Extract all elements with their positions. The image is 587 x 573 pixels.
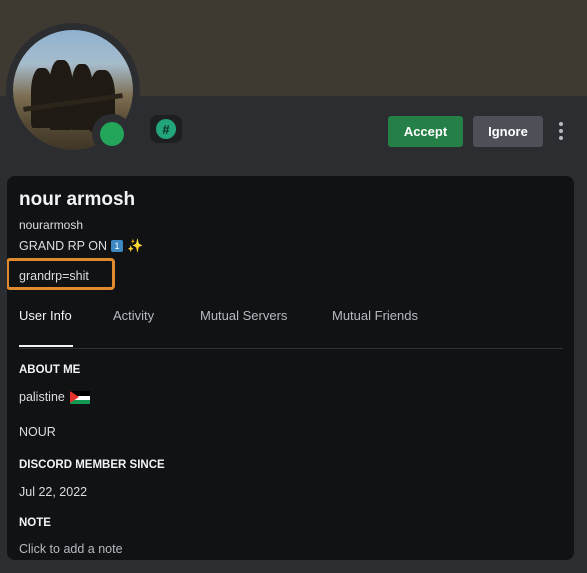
tab-mutual-servers[interactable]: Mutual Servers	[200, 308, 287, 323]
note-title: NOTE	[19, 517, 51, 529]
more-options-icon[interactable]	[553, 116, 569, 146]
tab-mutual-friends[interactable]: Mutual Friends	[332, 308, 418, 323]
about-me-title: ABOUT ME	[19, 364, 81, 376]
custom-status: GRAND RP ON 1 ✨	[19, 238, 143, 254]
sparkles-icon: ✨	[126, 238, 144, 253]
ignore-button[interactable]: Ignore	[473, 116, 543, 147]
accept-button[interactable]: Accept	[388, 116, 463, 147]
member-since-title: DISCORD MEMBER SINCE	[19, 459, 165, 471]
online-status-indicator	[92, 114, 132, 154]
profile-card: nour armosh nourarmosh GRAND RP ON 1 ✨ g…	[7, 176, 574, 560]
palestine-flag-icon	[70, 391, 91, 405]
tab-activity[interactable]: Activity	[113, 308, 154, 323]
online-status-dot	[100, 122, 124, 146]
username: nourarmosh	[19, 218, 84, 232]
custom-status-text: GRAND RP ON	[19, 239, 107, 253]
active-tab-underline	[19, 345, 73, 347]
note-input[interactable]: Click to add a note	[19, 542, 123, 556]
member-since-date: Jul 22, 2022	[19, 485, 88, 499]
about-me-line-1: palistine	[19, 390, 91, 405]
tab-user-info[interactable]: User Info	[19, 308, 72, 323]
about-me-line-2: NOUR	[19, 425, 56, 439]
display-name: nour armosh	[19, 189, 136, 210]
keycap-one-icon: 1	[110, 240, 123, 252]
profile-tabs: User Info Activity Mutual Servers Mutual…	[19, 308, 563, 349]
hashtag-icon: #	[156, 119, 176, 139]
about-me-text: palistine	[19, 390, 65, 404]
hashtag-badge[interactable]: #	[150, 115, 182, 143]
highlighted-note-text: grandrp=shit	[19, 269, 89, 283]
